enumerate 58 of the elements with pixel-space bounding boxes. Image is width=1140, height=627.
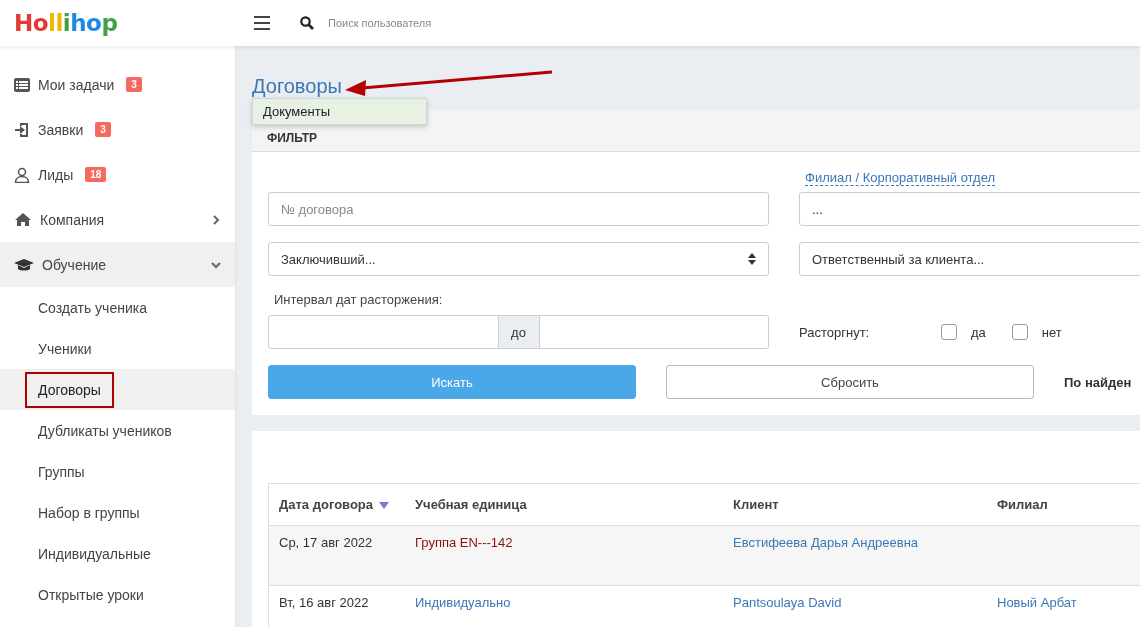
responsible-select[interactable]: Ответственный за клиента... — [799, 242, 1140, 276]
home-icon — [14, 212, 32, 227]
checkbox[interactable] — [941, 324, 957, 340]
column-header[interactable]: Филиал — [997, 497, 1048, 512]
range-separator: до — [498, 315, 539, 349]
checkbox[interactable] — [1011, 324, 1028, 340]
sidebar-item[interactable]: Заявки 3 — [0, 107, 235, 152]
menu-icon[interactable] — [254, 16, 270, 30]
sign-in-icon — [14, 121, 30, 138]
count-badge: 3 — [95, 122, 111, 137]
sort-icon[interactable] — [379, 502, 389, 509]
terminated-label: Расторгнут: — [799, 324, 871, 340]
tooltip: Документы — [252, 98, 427, 125]
graduation-cap-icon — [14, 257, 34, 272]
column-header[interactable]: Учебная единица — [415, 497, 527, 512]
chevron-down-icon — [211, 259, 221, 270]
filter-title: ФИЛЬТР — [267, 131, 318, 145]
sidebar-subitem[interactable]: Открытые уроки — [25, 576, 157, 613]
sidebar-subitem[interactable]: Группы — [25, 453, 98, 490]
branch-link[interactable]: Филиал / Корпоративный отдел — [805, 170, 996, 186]
chevron-right-icon — [211, 214, 221, 225]
table-cell: Ср, 17 авг 2022 — [279, 535, 373, 550]
branch-select[interactable]: ... — [799, 192, 1140, 226]
logo: Hollihop — [13, 10, 119, 36]
client-link[interactable]: Евстифеева Дарья Андреевна — [733, 535, 919, 550]
unit-link[interactable]: Индивидуально — [415, 595, 511, 610]
signed-by-select[interactable]: Заключивший... — [268, 242, 769, 276]
checkbox-label: да — [971, 324, 986, 340]
sidebar-item[interactable]: Компания — [0, 197, 235, 242]
branch-link[interactable]: Новый Арбат — [997, 595, 1077, 610]
page-title: Договоры — [252, 74, 342, 98]
sidebar-item[interactable]: Обучение — [0, 242, 235, 287]
unit-link[interactable]: Группа EN---142 — [415, 535, 513, 550]
sort-arrows-icon — [748, 253, 756, 265]
checkbox-label: нет — [1041, 324, 1062, 340]
search-icon[interactable] — [300, 16, 314, 30]
user-icon — [14, 166, 30, 183]
sidebar-item[interactable]: Лиды 18 — [0, 152, 235, 197]
column-header[interactable]: Клиент — [733, 497, 779, 512]
date-from-field[interactable] — [268, 315, 499, 349]
sidebar-subitem[interactable]: Создать ученика — [25, 289, 160, 326]
reset-button[interactable]: Сбросить — [666, 365, 1034, 399]
list-icon — [14, 77, 30, 92]
sidebar-subitem[interactable]: Набор в группы — [25, 494, 153, 531]
date-to-field[interactable] — [538, 315, 769, 349]
sidebar-subitem[interactable]: Договоры — [25, 371, 114, 408]
column-header[interactable]: Дата договора — [279, 497, 373, 512]
sidebar-subitem[interactable]: Ученики — [25, 330, 105, 367]
sidebar-subitem[interactable]: Дубликаты учеников — [25, 412, 185, 449]
count-badge: 3 — [126, 77, 142, 92]
sidebar-subitem[interactable]: Индивидуальные — [25, 535, 164, 572]
sidebar-item[interactable]: Мои задачи 3 — [0, 62, 235, 107]
interval-label: Интервал дат расторжения: — [274, 292, 443, 307]
count-badge: 18 — [85, 167, 107, 182]
table-cell: Вт, 16 авг 2022 — [279, 595, 369, 610]
contract-number-field[interactable]: № договора — [268, 192, 769, 226]
found-label: По найден — [1064, 374, 1132, 390]
client-link[interactable]: Pantsoulaya David — [733, 595, 842, 610]
